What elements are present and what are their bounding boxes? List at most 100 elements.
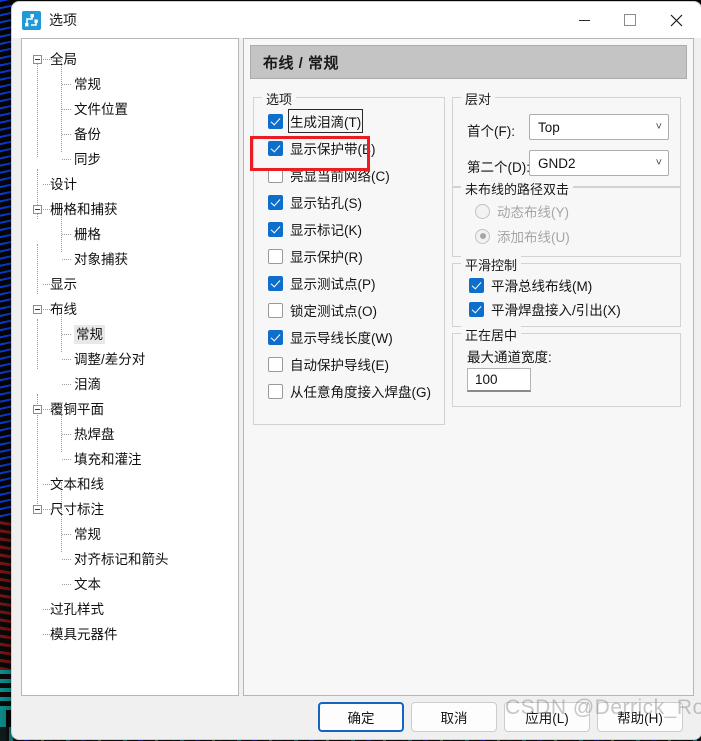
tree-collapse-icon[interactable]: [33, 305, 42, 314]
checkbox-unchecked-icon[interactable]: [268, 167, 283, 183]
tree-item-5[interactable]: 设计: [22, 172, 238, 197]
tree-item-20[interactable]: 对齐标记和箭头: [22, 547, 238, 572]
smoothing-group: 平滑控制 平滑总线布线(M) 平滑焊盘接入/引出(X): [452, 255, 681, 327]
tree-item-16[interactable]: 填充和灌注: [22, 447, 238, 472]
cancel-button[interactable]: 取消: [411, 702, 497, 732]
tree-item-label: 文本: [74, 577, 101, 592]
max-channel-width-label: 最大通道宽度:: [467, 350, 552, 365]
page-title-text: 布线 / 常规: [263, 54, 340, 72]
option-checkbox-9[interactable]: 自动保护导线(E): [268, 353, 389, 375]
second-layer-value: GND2: [538, 155, 576, 171]
tree-item-15[interactable]: 热焊盘: [22, 422, 238, 447]
tree-connector: [62, 134, 71, 135]
tree-item-23[interactable]: 模具元器件: [22, 622, 238, 647]
option-checkbox-label: 显示保护(R): [290, 250, 363, 265]
maximize-button[interactable]: [607, 2, 653, 38]
checkbox-unchecked-icon[interactable]: [268, 356, 283, 372]
tree-item-label: 设计: [50, 177, 77, 192]
option-checkbox-6[interactable]: 显示测试点(P): [268, 272, 376, 294]
option-checkbox-8[interactable]: 显示导线长度(W): [268, 326, 393, 348]
option-checkbox-label: 锁定测试点(O): [290, 304, 377, 319]
tree-item-21[interactable]: 文本: [22, 572, 238, 597]
tree-connector: [62, 384, 71, 385]
apply-button[interactable]: 应用(L): [504, 702, 590, 732]
tree-item-label: 栅格: [74, 227, 101, 242]
checkbox-checked-icon[interactable]: [268, 329, 283, 345]
tree-item-3[interactable]: 备份: [22, 122, 238, 147]
tree-item-2[interactable]: 文件位置: [22, 97, 238, 122]
tree-item-4[interactable]: 同步: [22, 147, 238, 172]
first-layer-select[interactable]: Top ˅: [529, 114, 669, 140]
option-checkbox-10[interactable]: 从任意角度接入焊盘(G): [268, 380, 431, 402]
tree-item-label: 备份: [74, 127, 101, 142]
option-checkbox-4[interactable]: 显示标记(K): [268, 218, 362, 240]
help-button[interactable]: 帮助(H): [597, 702, 683, 732]
tree-item-11[interactable]: 常规: [22, 322, 238, 347]
tree-item-14[interactable]: 覆铜平面: [22, 397, 238, 422]
maximize-icon: [624, 14, 636, 26]
option-checkbox-7[interactable]: 锁定测试点(O): [268, 299, 377, 321]
tree-item-12[interactable]: 调整/差分对: [22, 347, 238, 372]
minimize-button[interactable]: [561, 2, 607, 38]
dialog-footer: 确定 取消 应用(L) 帮助(H): [12, 694, 701, 739]
option-checkbox-0[interactable]: 生成泪滴(T): [268, 109, 364, 133]
close-icon: [670, 14, 682, 26]
checkbox-checked-icon[interactable]: [268, 194, 283, 210]
tree-item-0[interactable]: 全局: [22, 47, 238, 72]
tree-item-6[interactable]: 栅格和捕获: [22, 197, 238, 222]
smoothing-checkbox-0[interactable]: 平滑总线布线(M): [469, 274, 592, 296]
unrouted-doubleclick-group: 未布线的路径双击 动态布线(Y) 添加布线(U): [452, 179, 681, 257]
tree-item-9[interactable]: 显示: [22, 272, 238, 297]
checkbox-checked-icon[interactable]: [469, 277, 484, 293]
tree-item-18[interactable]: 尺寸标注: [22, 497, 238, 522]
radio-unselected-icon: [475, 203, 490, 219]
checkbox-checked-icon[interactable]: [268, 221, 283, 237]
second-layer-select[interactable]: GND2 ˅: [529, 150, 669, 176]
tree-collapse-icon[interactable]: [33, 205, 42, 214]
tree-item-19[interactable]: 常规: [22, 522, 238, 547]
checkbox-checked-icon[interactable]: [469, 301, 484, 317]
tree-item-label: 过孔样式: [50, 602, 104, 617]
tree-item-label: 文本和线: [50, 477, 104, 492]
tree-collapse-icon[interactable]: [33, 505, 42, 514]
page-title: 布线 / 常规: [250, 45, 687, 79]
tree-item-label: 栅格和捕获: [50, 202, 118, 217]
max-channel-width-value: 100: [475, 372, 498, 387]
layer-pair-group-title: 层对: [461, 89, 496, 108]
max-channel-width-input[interactable]: 100: [467, 368, 531, 392]
checkbox-unchecked-icon[interactable]: [268, 248, 283, 264]
option-checkbox-5[interactable]: 显示保护(R): [268, 245, 363, 267]
tree-collapse-icon[interactable]: [33, 55, 42, 64]
tree-item-label: 模具元器件: [50, 627, 118, 642]
option-checkbox-1[interactable]: 显示保护带(B): [268, 137, 376, 159]
cancel-button-label: 取消: [440, 711, 468, 726]
minimize-icon: [578, 19, 590, 21]
tree-item-8[interactable]: 对象捕获: [22, 247, 238, 272]
ok-button[interactable]: 确定: [318, 702, 404, 732]
tree-item-7[interactable]: 栅格: [22, 222, 238, 247]
tree-connector: [62, 234, 71, 235]
close-button[interactable]: [653, 2, 699, 38]
option-checkbox-label: 显示测试点(P): [290, 277, 376, 292]
settings-tree[interactable]: 全局 常规 文件位置 备份 同步 设计 栅格和捕获 栅格 对象捕获 显示 布线 常规 调整/差分对 泪滴覆…: [21, 38, 239, 696]
tree-item-10[interactable]: 布线: [22, 297, 238, 322]
option-checkbox-3[interactable]: 显示钻孔(S): [268, 191, 362, 213]
tree-collapse-icon[interactable]: [33, 405, 42, 414]
tree-item-13[interactable]: 泪滴: [22, 372, 238, 397]
checkbox-checked-icon[interactable]: [268, 275, 283, 291]
tree-item-22[interactable]: 过孔样式: [22, 597, 238, 622]
smoothing-checkbox-1[interactable]: 平滑焊盘接入/引出(X): [469, 298, 621, 320]
unrouted-radio-label: 动态布线(Y): [497, 205, 569, 220]
tree-connector: [62, 159, 71, 160]
checkbox-unchecked-icon[interactable]: [268, 302, 283, 318]
tree-item-label: 泪滴: [74, 377, 101, 392]
checkbox-checked-icon[interactable]: [268, 113, 283, 129]
checkbox-unchecked-icon[interactable]: [268, 383, 283, 399]
tree-item-1[interactable]: 常规: [22, 72, 238, 97]
tree-connector: [62, 259, 71, 260]
chevron-down-icon: ˅: [655, 156, 662, 169]
option-checkbox-2[interactable]: 亮显当前网络(C): [268, 164, 390, 186]
tree-item-label: 常规: [74, 527, 101, 542]
checkbox-checked-icon[interactable]: [268, 140, 283, 156]
tree-item-17[interactable]: 文本和线: [22, 472, 238, 497]
